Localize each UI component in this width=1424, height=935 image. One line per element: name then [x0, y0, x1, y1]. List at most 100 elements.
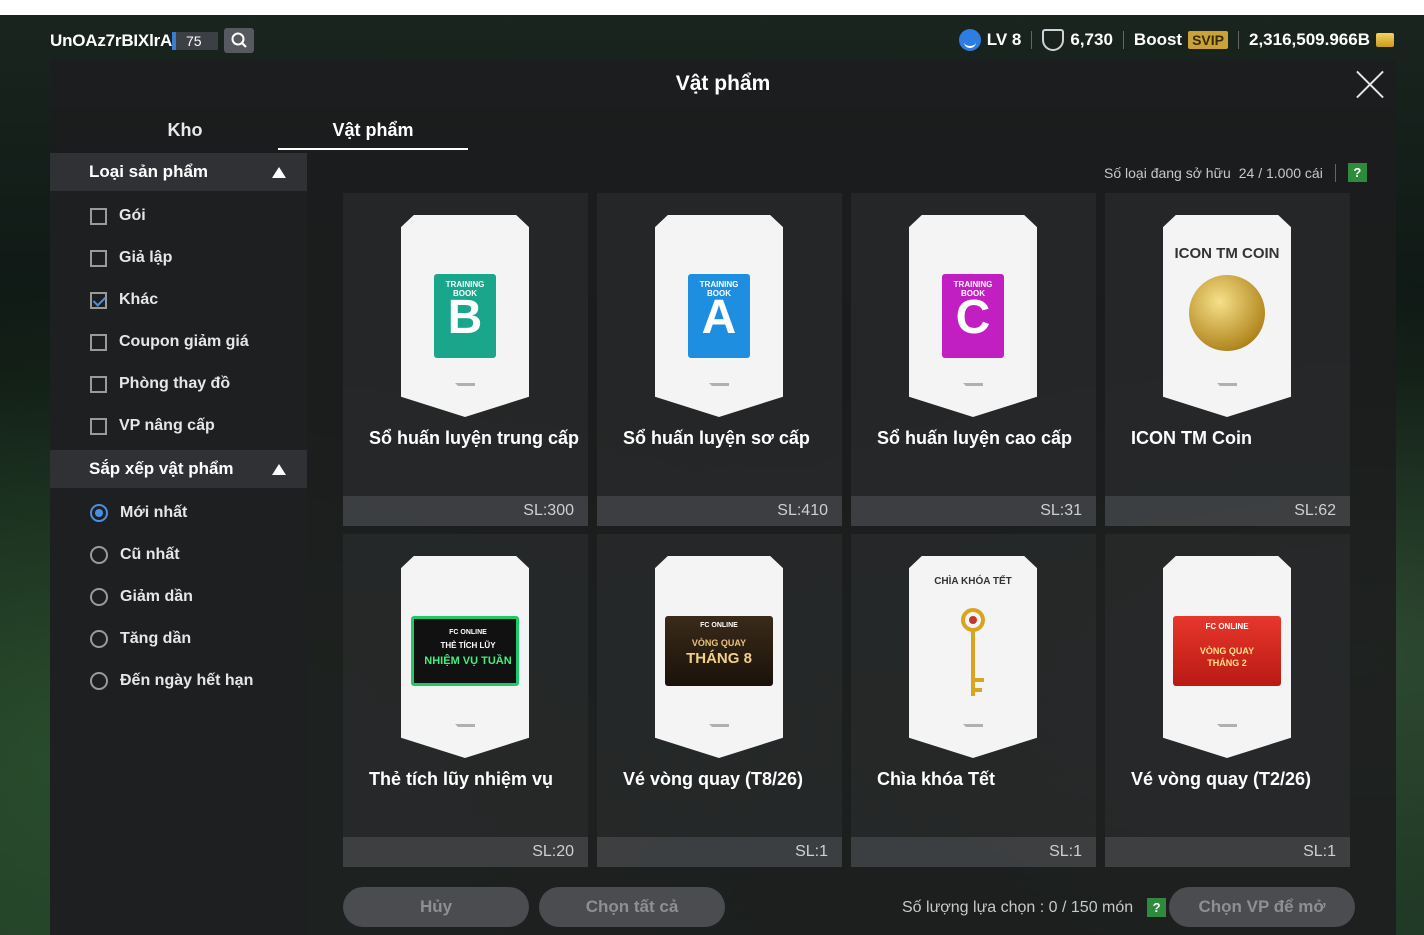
close-icon[interactable]: [1354, 68, 1386, 100]
sort-option-het-han[interactable]: Đến ngày hết hạn: [90, 672, 253, 690]
item-card[interactable]: TRAINING BOOK C Sổ huấn luyện cao cấp SL…: [851, 193, 1096, 526]
sort-option-tang-dan[interactable]: Tăng dần: [90, 630, 191, 648]
coin-icon: [1376, 33, 1394, 47]
item-name: Sổ huấn luyện trung cấp: [369, 428, 580, 448]
top-bar: UnOAz7rBIXlrAa 75 LV 8 6,730 Boost SVIP …: [0, 15, 1424, 60]
item-quantity: SL:1: [1303, 843, 1336, 860]
collapse-icon: [272, 167, 286, 178]
item-card[interactable]: TRAINING BOOK B Sổ huấn luyện trung cấp …: [343, 193, 588, 526]
items-modal: Vật phẩm Kho Vật phẩm Loại sản phẩm Gói …: [50, 60, 1396, 935]
divider: [1238, 31, 1239, 49]
trophy-count: 6,730: [1070, 30, 1113, 49]
level-badge: 75: [172, 32, 218, 50]
sort-label: Tăng dần: [120, 630, 192, 647]
item-image: TRAINING BOOK B: [401, 215, 529, 417]
fc-logo-icon: [709, 724, 729, 740]
spin-ticket-icon: FC ONLINE VÒNG QUAY THÁNG 8: [665, 616, 773, 686]
spin-ticket-icon: FC ONLINE VÒNG QUAY THÁNG 2: [1173, 616, 1281, 686]
filter-option-vp-nang-cap[interactable]: VP nâng cấp: [90, 417, 215, 435]
fc-logo-icon: [455, 724, 475, 740]
balance: 2,316,509.966B: [1249, 30, 1370, 49]
sort-section-title: Sắp xếp vật phẩm: [89, 459, 234, 478]
help-icon[interactable]: ?: [1147, 898, 1167, 917]
filter-label: VP nâng cấp: [119, 417, 215, 434]
modal-header: Vật phẩm: [50, 60, 1396, 108]
icon-tm-coin-icon: [1189, 275, 1265, 351]
checkbox-checked-icon: [90, 291, 107, 309]
radio-icon: [90, 672, 108, 690]
sort-option-cu-nhat[interactable]: Cũ nhất: [90, 546, 180, 564]
divider: [1122, 31, 1124, 49]
filter-sidebar: Loại sản phẩm Gói Giả lập Khác Coupon gi…: [50, 153, 307, 935]
filter-option-gia-lap[interactable]: Giả lập: [90, 249, 172, 267]
fc-logo-icon: [1217, 724, 1237, 740]
sort-option-giam-dan[interactable]: Giảm dần: [90, 588, 193, 606]
radio-icon: [90, 588, 108, 606]
item-quantity-bar: SL:410: [597, 496, 842, 526]
filter-option-khac[interactable]: Khác: [90, 291, 158, 309]
item-card[interactable]: ICON TM COIN ICON TM Coin SL:62: [1105, 193, 1350, 526]
filter-label: Gói: [119, 207, 146, 224]
selection-count: Số lượng lựa chọn : 0 / 150 món ?: [902, 898, 1167, 917]
filter-option-phong-thay-do[interactable]: Phòng thay đồ: [90, 375, 230, 393]
filter-option-goi[interactable]: Gói: [90, 207, 146, 225]
fc-logo-icon: [963, 383, 983, 399]
checkbox-icon: [90, 375, 107, 393]
banner-line1: FC ONLINE: [700, 622, 738, 629]
item-name: Sổ huấn luyện cao cấp: [877, 428, 1073, 448]
item-card[interactable]: FC ONLINE THẺ TÍCH LŨY NHIỆM VỤ TUẦN Thẻ…: [343, 534, 588, 867]
filter-section-header[interactable]: Loại sản phẩm: [50, 153, 307, 191]
item-card[interactable]: CHÌA KHÓA TẾT Chìa khóa Tết SL:1: [851, 534, 1096, 867]
tab-vat-pham[interactable]: Vật phẩm: [278, 120, 468, 141]
item-quantity: SL:62: [1294, 502, 1336, 519]
help-icon[interactable]: ?: [1347, 163, 1367, 182]
cancel-button[interactable]: Hủy: [343, 887, 529, 927]
divider: [1031, 31, 1033, 49]
banner-line3: THÁNG 2: [1207, 658, 1247, 668]
item-image: FC ONLINE VÒNG QUAY THÁNG 2: [1163, 556, 1291, 758]
checkbox-icon: [90, 249, 107, 267]
select-all-button[interactable]: Chọn tất cả: [539, 887, 725, 927]
collapse-icon: [272, 464, 286, 475]
item-quantity: SL:300: [523, 502, 574, 519]
key-icon: [961, 608, 985, 696]
username: UnOAz7rBIXlrAa: [50, 31, 182, 50]
sort-option-moi-nhat[interactable]: Mới nhất: [90, 504, 187, 522]
item-image: CHÌA KHÓA TẾT: [909, 556, 1037, 758]
item-quantity: SL:1: [1049, 843, 1082, 860]
training-book-icon: TRAINING BOOK C: [942, 274, 1004, 358]
item-quantity-bar: SL:1: [597, 837, 842, 867]
key-caption: CHÌA KHÓA TẾT: [934, 576, 1012, 587]
item-card[interactable]: TRAINING BOOK A Sổ huấn luyện sơ cấp SL:…: [597, 193, 842, 526]
divider: [1334, 163, 1336, 182]
search-button[interactable]: [224, 28, 254, 53]
sort-section-header[interactable]: Sắp xếp vật phẩm: [50, 450, 307, 488]
book-letter: B: [447, 291, 483, 344]
modal-title: Vật phẩm: [675, 72, 771, 95]
coin-caption: ICON TM COIN: [1174, 245, 1280, 262]
book-letter: C: [955, 291, 991, 344]
banner-line2: THẺ TÍCH LŨY: [440, 641, 496, 650]
item-image: TRAINING BOOK C: [909, 215, 1037, 417]
checkbox-icon: [90, 333, 107, 351]
item-quantity-bar: SL:1: [851, 837, 1096, 867]
item-quantity: SL:410: [777, 502, 828, 519]
tab-bar: Kho Vật phẩm: [50, 108, 1396, 153]
item-image: FC ONLINE THẺ TÍCH LŨY NHIỆM VỤ TUẦN: [401, 556, 529, 758]
item-card[interactable]: FC ONLINE VÒNG QUAY THÁNG 8 Vé vòng quay…: [597, 534, 842, 867]
checkbox-icon: [90, 207, 107, 225]
fc-logo-icon: [455, 383, 475, 399]
owned-count: Số loại đang sở hữu 24 / 1.000 cái ?: [1104, 163, 1367, 182]
item-card[interactable]: FC ONLINE VÒNG QUAY THÁNG 2 Vé vòng quay…: [1105, 534, 1350, 867]
open-items-button[interactable]: Chọn VP để mở: [1169, 887, 1355, 927]
sort-label: Giảm dần: [120, 588, 193, 605]
fc-logo-icon: [709, 383, 729, 399]
filter-label: Khác: [119, 291, 159, 308]
account-level: LV 8: [986, 30, 1022, 49]
filter-label: Coupon giảm giá: [119, 333, 249, 350]
book-letter: A: [701, 291, 737, 344]
filter-option-coupon[interactable]: Coupon giảm giá: [90, 333, 249, 351]
radio-selected-icon: [90, 504, 108, 522]
sort-label: Đến ngày hết hạn: [120, 672, 254, 689]
item-name: Vé vòng quay (T8/26): [623, 769, 804, 789]
